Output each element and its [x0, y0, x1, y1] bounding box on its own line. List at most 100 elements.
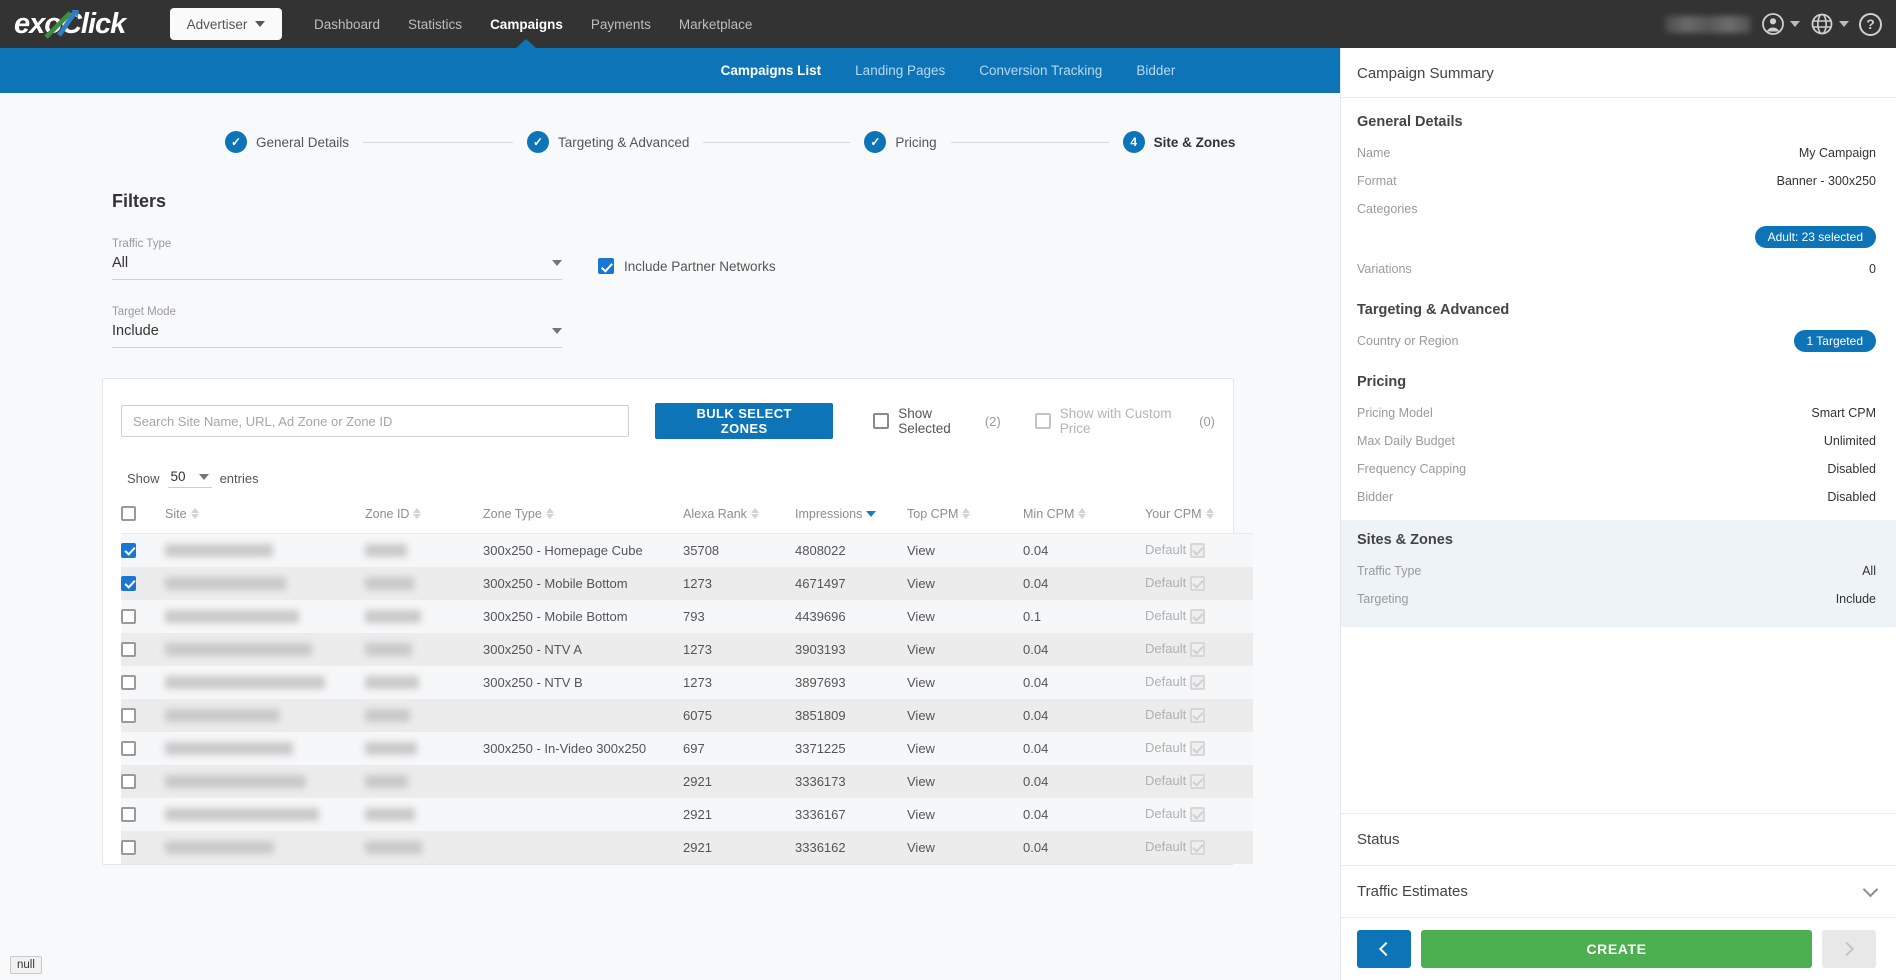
nav-campaigns[interactable]: Campaigns	[490, 17, 563, 32]
table-row[interactable]: 2921 3336162 View 0.04 Default	[121, 830, 1253, 864]
step-site-zones[interactable]: 4 Site & Zones	[1122, 131, 1235, 153]
sort-your-cpm[interactable]: Your CPM	[1145, 507, 1214, 521]
row-select-checkbox[interactable]	[121, 576, 136, 592]
row-select-checkbox[interactable]	[121, 675, 136, 691]
row-select-checkbox[interactable]	[121, 543, 136, 559]
help-circle-icon[interactable]: ?	[1859, 12, 1882, 36]
table-row[interactable]: 300x250 - Mobile Bottom 1273 4671497 View 0.…	[121, 566, 1253, 600]
cell-your-cpm[interactable]: Default	[1145, 666, 1253, 699]
next-step-button[interactable]	[1822, 930, 1876, 968]
your-cpm-value: Default	[1145, 806, 1187, 822]
cell-min-cpm: 0.04	[1023, 575, 1049, 591]
sort-zone-type[interactable]: Zone Type	[483, 507, 554, 521]
cell-your-cpm[interactable]: Default	[1145, 600, 1253, 633]
tab-campaigns-list[interactable]: Campaigns List	[721, 63, 822, 78]
zone-id-redacted	[365, 708, 410, 722]
cell-your-cpm[interactable]: Default	[1145, 732, 1253, 765]
target-mode-select[interactable]: Include	[112, 323, 562, 348]
sort-min-cpm[interactable]: Min CPM	[1023, 507, 1087, 521]
categories-badge[interactable]: Adult: 23 selected	[1754, 225, 1876, 248]
sidebar-body: General Details Name My Campaign Format …	[1341, 98, 1896, 813]
th-label: Top CPM	[907, 506, 959, 521]
cell-your-cpm[interactable]: Default	[1145, 831, 1253, 864]
sort-site[interactable]: Site	[165, 507, 199, 521]
custom-price-checkbox[interactable]	[1189, 576, 1205, 592]
nav-dashboard[interactable]: Dashboard	[314, 17, 380, 32]
custom-price-checkbox[interactable]	[1189, 807, 1205, 823]
cell-top-cpm[interactable]: View	[907, 798, 1023, 831]
sort-top-cpm[interactable]: Top CPM	[907, 506, 971, 521]
tab-landing-pages[interactable]: Landing Pages	[855, 63, 945, 78]
cell-your-cpm[interactable]: Default	[1145, 798, 1253, 831]
table-row[interactable]: 300x250 - NTV B 1273 3897693 View 0.04 Defaul…	[121, 665, 1253, 699]
table-row[interactable]: 2921 3336167 View 0.04 Default	[121, 797, 1253, 831]
include-partner-networks-checkbox[interactable]: Include Partner Networks	[598, 258, 776, 280]
table-row[interactable]: 2921 3336173 View 0.04 Default	[121, 764, 1253, 798]
nav-marketplace[interactable]: Marketplace	[679, 17, 753, 32]
custom-price-checkbox[interactable]	[1189, 642, 1205, 658]
cell-top-cpm[interactable]: View	[907, 732, 1023, 765]
custom-price-checkbox[interactable]	[1189, 741, 1205, 757]
tab-conversion-tracking[interactable]: Conversion Tracking	[979, 63, 1102, 78]
traffic-type-select[interactable]: All	[112, 255, 562, 280]
account-type-dropdown[interactable]: Advertiser	[170, 8, 282, 40]
filter-row-traffic-type: Traffic Type All Include Partner Network…	[112, 238, 1340, 280]
search-input[interactable]	[121, 405, 630, 437]
traffic-estimates-toggle[interactable]: Traffic Estimates	[1341, 865, 1896, 917]
table-row[interactable]: 6075 3851809 View 0.04 Default	[121, 698, 1253, 732]
entries-per-page-select[interactable]: 50	[167, 469, 212, 488]
show-custom-price-checkbox[interactable]: Show with Custom Price (0)	[1034, 406, 1215, 436]
row-select-checkbox[interactable]	[121, 642, 136, 658]
step-targeting-advanced[interactable]: ✓ Targeting & Advanced	[527, 131, 689, 153]
row-select-checkbox[interactable]	[121, 774, 136, 790]
cell-your-cpm[interactable]: Default	[1145, 534, 1253, 567]
exoclick-logo[interactable]: exoClick	[14, 7, 144, 41]
custom-price-checkbox[interactable]	[1189, 609, 1205, 625]
bulk-select-zones-button[interactable]: BULK SELECT ZONES	[655, 403, 834, 439]
show-selected-checkbox[interactable]: Show Selected (2)	[873, 406, 1001, 436]
custom-price-checkbox[interactable]	[1189, 708, 1205, 724]
cell-your-cpm[interactable]: Default	[1145, 765, 1253, 798]
cell-top-cpm[interactable]: View	[907, 567, 1023, 600]
custom-price-checkbox[interactable]	[1189, 774, 1205, 790]
sort-impressions[interactable]: Impressions	[795, 507, 877, 521]
select-all-checkbox[interactable]	[121, 506, 136, 522]
cell-top-cpm[interactable]: View	[907, 765, 1023, 798]
row-select-checkbox[interactable]	[121, 609, 136, 625]
cell-your-cpm[interactable]: Default	[1145, 699, 1253, 732]
cell-top-cpm[interactable]: View	[907, 534, 1023, 567]
nav-payments[interactable]: Payments	[591, 17, 651, 32]
row-select-checkbox[interactable]	[121, 741, 136, 757]
account-menu[interactable]	[1761, 12, 1800, 36]
language-menu[interactable]	[1810, 12, 1849, 36]
cell-top-cpm[interactable]: View	[907, 831, 1023, 864]
cell-select	[121, 666, 165, 699]
status-section-toggle[interactable]: Status	[1341, 813, 1896, 865]
sort-zone-id[interactable]: Zone ID	[365, 507, 422, 521]
custom-price-checkbox[interactable]	[1189, 543, 1205, 559]
sort-alexa-rank[interactable]: Alexa Rank	[683, 507, 759, 521]
country-badge[interactable]: 1 Targeted	[1793, 329, 1876, 352]
cell-top-cpm[interactable]: View	[907, 633, 1023, 666]
cell-top-cpm[interactable]: View	[907, 666, 1023, 699]
table-row[interactable]: 300x250 - In-Video 300x250 697 3371225 View…	[121, 731, 1253, 765]
cell-top-cpm[interactable]: View	[907, 699, 1023, 732]
row-select-checkbox[interactable]	[121, 840, 136, 856]
step-general-details[interactable]: ✓ General Details	[225, 131, 349, 153]
previous-step-button[interactable]	[1357, 930, 1411, 968]
table-row[interactable]: 300x250 - Homepage Cube 35708 4808022 View 0…	[121, 533, 1253, 567]
custom-price-checkbox[interactable]	[1189, 675, 1205, 691]
cell-your-cpm[interactable]: Default	[1145, 567, 1253, 600]
table-row[interactable]: 300x250 - Mobile Bottom 793 4439696 View 0.1…	[121, 599, 1253, 633]
row-value: Disabled	[1827, 461, 1876, 476]
row-select-checkbox[interactable]	[121, 807, 136, 823]
cell-top-cpm[interactable]: View	[907, 600, 1023, 633]
cell-your-cpm[interactable]: Default	[1145, 633, 1253, 666]
table-row[interactable]: 300x250 - NTV A 1273 3903193 View 0.04 Defaul…	[121, 632, 1253, 666]
custom-price-checkbox[interactable]	[1189, 840, 1205, 856]
step-pricing[interactable]: ✓ Pricing	[864, 131, 937, 153]
nav-statistics[interactable]: Statistics	[408, 17, 462, 32]
row-select-checkbox[interactable]	[121, 708, 136, 724]
tab-bidder[interactable]: Bidder	[1136, 63, 1175, 78]
create-campaign-button[interactable]: CREATE	[1421, 930, 1812, 968]
